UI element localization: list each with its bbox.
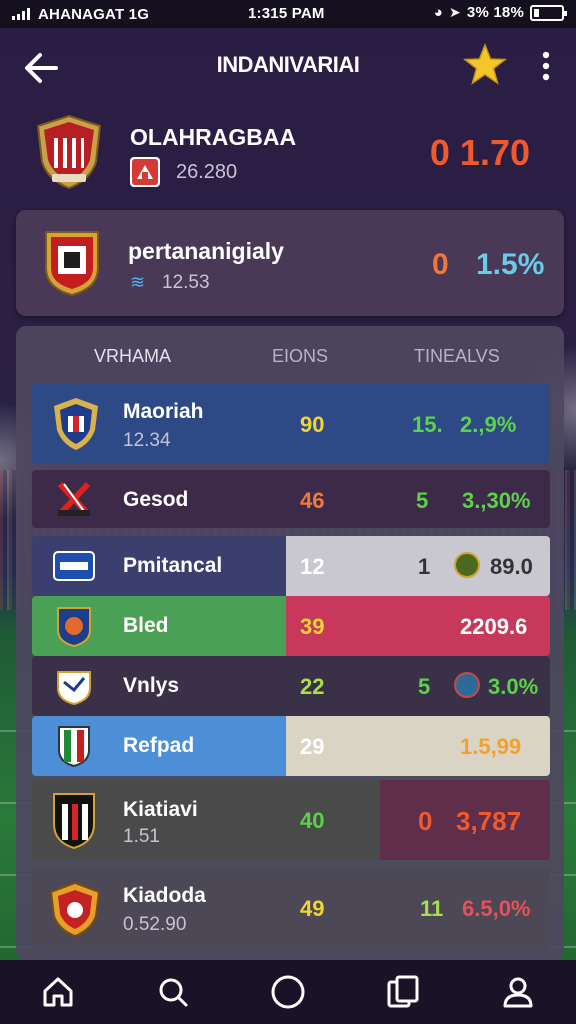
app-header: INDANIVARIAI xyxy=(0,28,576,108)
team-name: Maoriah xyxy=(123,400,204,423)
team-odds-b[interactable]: 2209.6 xyxy=(460,614,527,640)
battery-text: 3% 18% xyxy=(466,4,524,21)
carrier-label: AHANAGAT 1G xyxy=(38,5,150,23)
clock: 1:315 PAM xyxy=(248,5,325,22)
team-odds-b[interactable]: 2.,9% xyxy=(460,412,516,438)
team-points: 46 xyxy=(300,488,325,513)
team-crest-icon xyxy=(53,793,95,850)
featured-team-row[interactable]: OLAHRAGBAA 26.280 0 1.70 xyxy=(30,112,550,198)
team-name: Pmitancal xyxy=(123,554,223,577)
bottom-navigation xyxy=(0,960,576,1024)
table-row[interactable]: Kiatiavi 1.51 40 0 3,787 xyxy=(32,780,550,860)
team-name: Kiadoda xyxy=(123,884,206,907)
match-card-sub: 12.53 xyxy=(162,272,210,293)
table-row[interactable]: Vnlys 22 5 3.0% xyxy=(32,656,550,716)
nav-home[interactable] xyxy=(34,968,82,1016)
team-name: Bled xyxy=(123,614,169,637)
team-sub: 1.51 xyxy=(123,826,160,847)
team-crest-icon xyxy=(57,481,91,517)
location-icon: ➤ xyxy=(448,4,461,20)
team-odds-b[interactable]: 6.5,0% xyxy=(462,896,531,922)
tickets-icon xyxy=(387,975,419,1008)
team-mini-badge-icon xyxy=(454,552,480,578)
team-badge-icon xyxy=(130,157,160,187)
team-odds-a[interactable]: 1 xyxy=(418,554,430,580)
team-points: 40 xyxy=(300,808,325,833)
featured-team-sub: 26.280 xyxy=(176,161,238,183)
table-row[interactable]: Pmitancal 12 1 89.0 xyxy=(32,536,550,596)
column-header-points[interactable]: EIONS xyxy=(272,346,328,367)
team-odds-a[interactable]: 5 xyxy=(416,488,428,514)
column-header-trends[interactable]: TINEALVS xyxy=(414,346,500,367)
status-bar: AHANAGAT 1G 1:315 PAM ◕ ➤ 3% 18% xyxy=(0,0,576,28)
table-row[interactable]: Maoriah 12.34 90 15. 2.,9% xyxy=(32,384,550,464)
home-icon xyxy=(43,977,73,1007)
match-card-team-name: pertananigialy xyxy=(128,238,284,264)
team-odds-a[interactable]: 5 xyxy=(418,674,430,700)
team-points: 12 xyxy=(300,554,325,579)
team-points: 90 xyxy=(300,412,325,437)
team-points: 29 xyxy=(300,734,325,759)
team-crest-icon xyxy=(53,551,95,581)
team-crest-icon xyxy=(45,231,99,297)
nav-tickets[interactable] xyxy=(379,968,427,1016)
column-header-team[interactable]: VRHAMA xyxy=(94,346,171,367)
nav-profile[interactable] xyxy=(494,968,542,1016)
team-odds-b[interactable]: 1.5,99 xyxy=(460,734,521,760)
team-crest-icon xyxy=(36,114,102,190)
table-row[interactable]: Bled 39 2209.6 xyxy=(32,596,550,656)
standings-table: VRHAMA EIONS TINEALVS Maoriah 12.34 90 1… xyxy=(16,326,564,960)
team-name: Vnlys xyxy=(123,674,180,697)
team-odds-b[interactable]: 3.,30% xyxy=(462,488,531,514)
team-name: Gesod xyxy=(123,488,189,511)
team-crest-icon xyxy=(54,398,98,450)
team-odds-b[interactable]: 3,787 xyxy=(456,806,521,837)
team-points: 22 xyxy=(300,674,325,699)
nav-center[interactable] xyxy=(264,968,312,1016)
team-points: 49 xyxy=(300,896,325,921)
sync-icon: ◕ xyxy=(433,4,443,21)
team-crest-icon xyxy=(49,881,101,938)
search-icon xyxy=(159,978,188,1007)
team-sub: 12.34 xyxy=(123,430,171,451)
team-crest-icon xyxy=(57,607,91,648)
team-odds-a[interactable]: 15. xyxy=(412,412,443,438)
match-card-odds-b[interactable]: 1.5% xyxy=(476,248,544,282)
table-row[interactable]: Gesod 46 5 3.,30% xyxy=(32,470,550,528)
team-crest-icon xyxy=(58,726,90,768)
team-mini-badge-icon xyxy=(454,672,480,698)
team-odds-b[interactable]: 3.0% xyxy=(488,674,538,700)
wave-icon: ≋ xyxy=(130,272,146,292)
signal-icon xyxy=(12,8,30,20)
table-row[interactable]: Kiadoda 0.52.90 49 11 6.5,0% xyxy=(32,868,550,948)
profile-icon xyxy=(503,977,533,1008)
featured-team-odds[interactable]: 0 1.70 xyxy=(430,132,530,174)
battery-icon xyxy=(530,4,567,21)
match-card[interactable]: pertananigialy ≋ 12.53 0 1.5% xyxy=(16,210,564,316)
match-card-odds-a[interactable]: 0 xyxy=(432,248,449,282)
team-odds-b[interactable]: 89.0 xyxy=(490,554,533,580)
team-crest-icon xyxy=(57,671,91,706)
team-points: 39 xyxy=(300,614,325,639)
circle-icon xyxy=(271,975,305,1009)
team-odds-a[interactable]: 11 xyxy=(420,896,443,922)
team-name: Kiatiavi xyxy=(123,798,198,821)
table-row[interactable]: Refpad 29 1.5,99 xyxy=(32,716,550,776)
featured-team-name: OLAHRAGBAA xyxy=(130,124,297,150)
team-name: Refpad xyxy=(123,734,195,757)
team-sub: 0.52.90 xyxy=(123,914,187,935)
nav-search[interactable] xyxy=(149,968,197,1016)
more-options-icon[interactable] xyxy=(536,50,556,82)
favorite-star-icon[interactable] xyxy=(462,42,508,88)
team-odds-a[interactable]: 0 xyxy=(418,806,432,837)
